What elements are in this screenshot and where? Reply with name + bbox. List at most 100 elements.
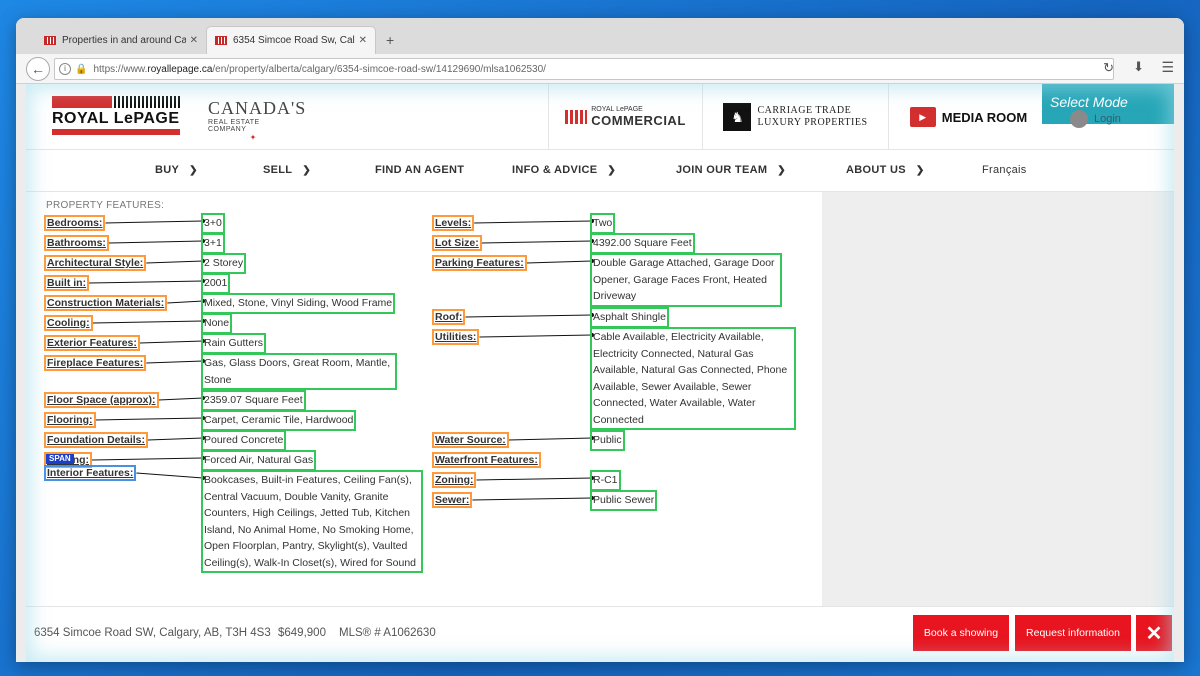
new-tab-icon[interactable]: + [386, 32, 394, 48]
download-icon[interactable]: ⬇ [1133, 59, 1144, 75]
connector-line [95, 417, 204, 421]
right-sidebar [822, 192, 1174, 606]
connector-line [526, 260, 593, 264]
label-waterfront-features: Waterfront Features: [432, 452, 541, 468]
url-prefix: https://www. [93, 63, 148, 75]
nav-sell[interactable]: SELL ❯ [263, 164, 311, 176]
back-arrow-icon[interactable]: ← [26, 57, 50, 81]
connector-line [472, 497, 593, 501]
label-utilities: Utilities: [432, 329, 480, 345]
horse-carriage-icon: ♞ [723, 103, 752, 131]
value-bathrooms: 3+1 [201, 233, 225, 254]
url-path: /en/property/alberta/calgary/6354-simcoe… [212, 63, 546, 75]
tab-label: Properties in and around Calgary, A [62, 34, 186, 46]
close-tab-icon[interactable]: ✕ [190, 35, 198, 46]
label-built-in: Built in: [44, 275, 90, 291]
connector-line [146, 260, 204, 264]
label-architectural-style: Architectural Style: [44, 255, 147, 271]
hamburger-menu-icon[interactable]: ☰ [1161, 59, 1174, 76]
nav-join-team[interactable]: JOIN OUR TEAM ❯ [676, 164, 786, 176]
chevron-down-icon: ❯ [777, 165, 786, 176]
value-flooring: Carpet, Ceramic Tile, Hardwood [201, 410, 357, 431]
label-cooling: Cooling: [44, 315, 93, 331]
nav-find-agent[interactable]: FIND AN AGENT [375, 164, 464, 176]
connector-line [479, 334, 593, 338]
tab-label: 6354 Simcoe Road Sw, Calgary, A [233, 35, 355, 46]
chevron-down-icon: ❯ [607, 165, 617, 176]
close-tab-icon[interactable]: ✕ [359, 35, 367, 46]
book-showing-button[interactable]: Book a showing [913, 615, 1009, 651]
connector-line [476, 477, 593, 481]
favicon-icon [44, 35, 56, 45]
commercial-link[interactable]: ROYAL LePAGE COMMERCIAL [548, 84, 702, 150]
media-room-link[interactable]: ▶ MEDIA ROOM [888, 84, 1048, 150]
url-domain: royallepage.ca [147, 63, 213, 75]
chevron-down-icon: ❯ [189, 165, 198, 176]
login-link[interactable]: Login [1070, 110, 1121, 128]
chevron-down-icon: ❯ [302, 165, 311, 176]
label-interior-features[interactable]: Interior Features: [44, 465, 137, 481]
favicon-icon [215, 36, 227, 45]
value-built-in: 2001 [201, 273, 231, 294]
label-zoning: Zoning: [432, 472, 477, 488]
request-information-button[interactable]: Request information [1015, 615, 1131, 651]
royal-lepage-logo[interactable]: ROYAL LePAGE [52, 96, 180, 138]
tab-properties[interactable]: Properties in and around Calgary, A ✕ [36, 26, 206, 54]
info-icon[interactable]: i [59, 63, 71, 75]
section-title: PROPERTY FEATURES: [46, 200, 165, 211]
value-roof: Asphalt Shingle [590, 307, 669, 328]
value-levels: Two [590, 213, 616, 234]
listing-address: 6354 Simcoe Road SW, Calgary, AB, T3H 4S… [34, 627, 271, 639]
connector-line [105, 220, 204, 224]
property-features-section: PROPERTY FEATURES: Bedrooms: Bathrooms: … [26, 192, 822, 606]
url-bar[interactable]: i 🔒 https://www. royallepage.ca/en/proper… [54, 58, 1114, 80]
value-foundation-details: Poured Concrete [201, 430, 287, 451]
listing-bottom-bar: 6354 Simcoe Road SW, Calgary, AB, T3H 4S… [26, 606, 1174, 662]
label-construction-materials: Construction Materials: [44, 295, 168, 311]
label-lot-size: Lot Size: [432, 235, 482, 251]
label-foundation-details: Foundation Details: [44, 432, 148, 448]
connector-line [158, 397, 204, 401]
listing-price: $649,900 [278, 627, 326, 639]
nav-language-toggle[interactable]: Français [982, 164, 1027, 176]
value-fireplace-features: Gas, Glass Doors, Great Room, Mantle, St… [201, 353, 397, 390]
value-utilities: Cable Available, Electricity Available, … [590, 327, 796, 430]
label-parking-features: Parking Features: [432, 255, 527, 271]
nav-info-advice[interactable]: INFO & ADVICE ❯ [512, 164, 616, 176]
user-avatar-icon [1070, 110, 1088, 128]
connector-line [146, 360, 204, 364]
connector-line [139, 340, 204, 344]
luxury-properties-link[interactable]: ♞ CARRIAGE TRADE LUXURY PROPERTIES [702, 84, 888, 150]
site-header: ROYAL LePAGE CANADA'S REAL ESTATE COMPAN… [26, 84, 1174, 150]
value-bedrooms: 3+0 [201, 213, 225, 234]
label-floor-space: Floor Space (approx): [44, 392, 159, 408]
value-heating: Forced Air, Natural Gas [201, 450, 317, 471]
value-architectural-style: 2 Storey [201, 253, 247, 274]
maple-leaf-icon: ✦ [249, 133, 257, 142]
address-toolbar: ← i 🔒 https://www. royallepage.ca/en/prop… [16, 54, 1184, 84]
connector-line [108, 240, 204, 244]
value-parking-features: Double Garage Attached, Garage Door Open… [590, 253, 782, 307]
connector-line [481, 240, 593, 244]
close-icon[interactable]: ✕ [1136, 615, 1172, 651]
connector-line [136, 472, 204, 479]
commercial-logo-icon [565, 110, 588, 124]
nav-about-us[interactable]: ABOUT US ❯ [846, 164, 925, 176]
connector-line [92, 320, 204, 324]
span-tag: SPAN [46, 454, 74, 464]
reload-icon[interactable]: ↻ [1103, 60, 1114, 76]
value-floor-space: 2359.07 Square Feet [201, 390, 306, 411]
chevron-down-icon: ❯ [915, 165, 925, 176]
tab-listing[interactable]: 6354 Simcoe Road Sw, Calgary, A ✕ [206, 26, 376, 54]
value-lot-size: 4392.00 Square Feet [590, 233, 695, 254]
label-roof: Roof: [432, 309, 466, 325]
label-fireplace-features: Fireplace Features: [44, 355, 147, 371]
nav-buy[interactable]: BUY ❯ [155, 164, 198, 176]
connector-line [167, 300, 204, 304]
label-levels: Levels: [432, 215, 475, 231]
connector-line [474, 220, 593, 224]
connector-line [89, 280, 204, 284]
connector-line [91, 457, 204, 461]
label-water-source: Water Source: [432, 432, 509, 448]
connector-line [508, 437, 593, 441]
